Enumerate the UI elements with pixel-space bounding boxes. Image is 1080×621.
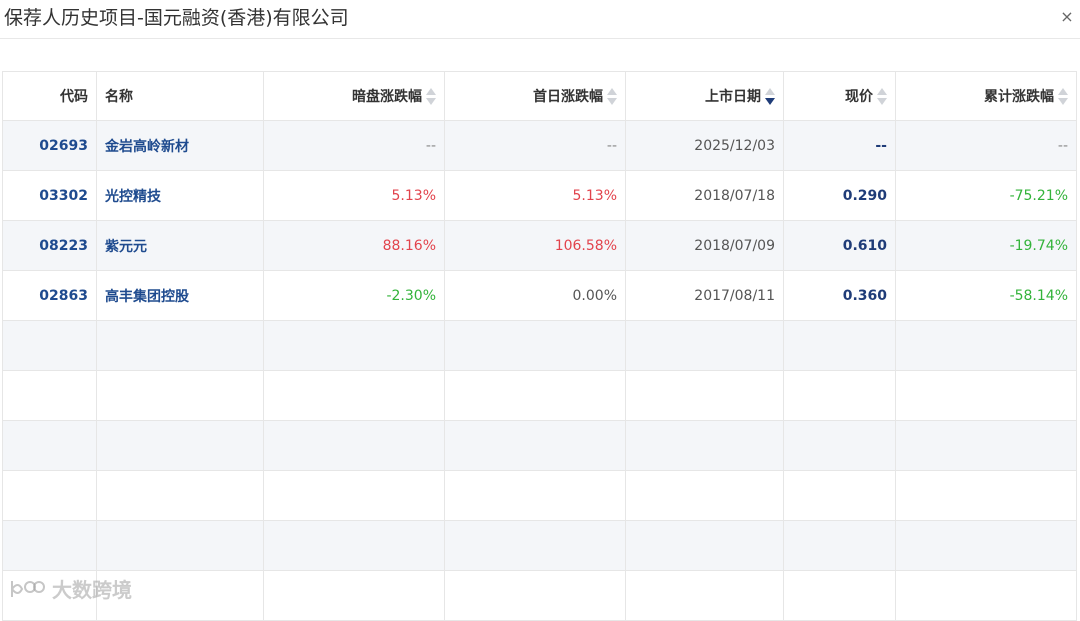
header-list-date[interactable]: 上市日期 [625, 71, 784, 121]
cell-list-date: 2017/08/11 [625, 270, 784, 321]
cell-price: 0.290 [783, 170, 896, 221]
header-price[interactable]: 现价 [783, 71, 896, 121]
empty-row [2, 470, 1077, 521]
dialog-header: 保荐人历史项目-国元融资(香港)有限公司 × [0, 0, 1080, 39]
table-row[interactable]: 02863 高丰集团控股 -2.30% 0.00% 2017/08/11 0.3… [2, 270, 1077, 321]
cell-list-date: 2025/12/03 [625, 120, 784, 171]
sponsor-projects-table: 代码 名称 暗盘涨跌幅 首日涨跌幅 上市日期 现价 累计涨跌幅 02693 金岩… [2, 71, 1077, 621]
table-header-row: 代码 名称 暗盘涨跌幅 首日涨跌幅 上市日期 现价 累计涨跌幅 [2, 71, 1077, 121]
header-cumulative[interactable]: 累计涨跌幅 [895, 71, 1077, 121]
empty-row [2, 420, 1077, 471]
cell-list-date: 2018/07/18 [625, 170, 784, 221]
empty-row [2, 320, 1077, 371]
sort-caret-icon[interactable] [877, 88, 887, 106]
cell-code[interactable]: 03302 [2, 170, 97, 221]
header-first-day[interactable]: 首日涨跌幅 [444, 71, 626, 121]
empty-row [2, 520, 1077, 571]
cell-price: -- [783, 120, 896, 171]
watermark: 大数跨境 [8, 574, 132, 603]
sort-caret-icon[interactable] [765, 88, 775, 106]
cell-grey: 5.13% [263, 170, 445, 221]
cell-cumulative: -- [895, 120, 1077, 171]
cell-first-day: -- [444, 120, 626, 171]
cell-first-day: 5.13% [444, 170, 626, 221]
cell-name[interactable]: 紫元元 [96, 220, 264, 271]
cell-name[interactable]: 光控精技 [96, 170, 264, 221]
cell-cumulative: -75.21% [895, 170, 1077, 221]
cell-grey: 88.16% [263, 220, 445, 271]
header-name: 名称 [96, 71, 264, 121]
cell-first-day: 106.58% [444, 220, 626, 271]
empty-row [2, 370, 1077, 421]
cell-price: 0.610 [783, 220, 896, 271]
cell-price: 0.360 [783, 270, 896, 321]
cell-name[interactable]: 金岩高岭新材 [96, 120, 264, 171]
empty-row [2, 570, 1077, 621]
header-grey-market[interactable]: 暗盘涨跌幅 [263, 71, 445, 121]
cell-cumulative: -58.14% [895, 270, 1077, 321]
header-code: 代码 [2, 71, 97, 121]
sort-caret-icon[interactable] [426, 88, 436, 106]
sort-caret-icon[interactable] [1058, 88, 1068, 106]
watermark-logo-icon [11, 580, 45, 597]
dialog-title: 保荐人历史项目-国元融资(香港)有限公司 [4, 7, 349, 29]
cell-name[interactable]: 高丰集团控股 [96, 270, 264, 321]
cell-first-day: 0.00% [444, 270, 626, 321]
cell-cumulative: -19.74% [895, 220, 1077, 271]
cell-code[interactable]: 02863 [2, 270, 97, 321]
cell-code[interactable]: 02693 [2, 120, 97, 171]
table-row[interactable]: 08223 紫元元 88.16% 106.58% 2018/07/09 0.61… [2, 220, 1077, 271]
cell-list-date: 2018/07/09 [625, 220, 784, 271]
table-row[interactable]: 02693 金岩高岭新材 -- -- 2025/12/03 -- -- [2, 120, 1077, 171]
cell-grey: -2.30% [263, 270, 445, 321]
cell-code[interactable]: 08223 [2, 220, 97, 271]
sort-caret-icon[interactable] [607, 88, 617, 106]
close-icon[interactable]: × [1058, 6, 1076, 28]
watermark-text: 大数跨境 [52, 578, 132, 602]
cell-grey: -- [263, 120, 445, 171]
table-row[interactable]: 03302 光控精技 5.13% 5.13% 2018/07/18 0.290 … [2, 170, 1077, 221]
